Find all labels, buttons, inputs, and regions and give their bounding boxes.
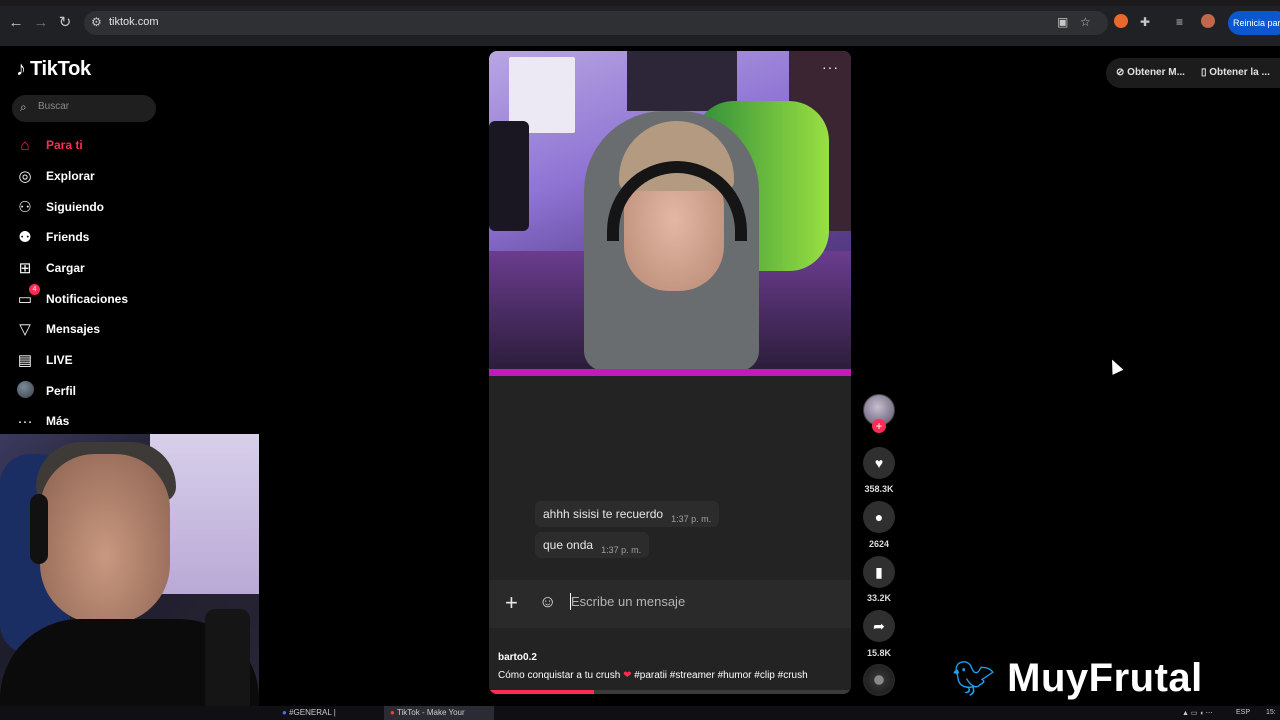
url-text: tiktok.com <box>109 16 159 28</box>
sidebar-item-label: Para ti <box>46 138 83 152</box>
home-icon: ⌂ <box>20 136 30 154</box>
sidebar-item-label: Friends <box>46 230 90 244</box>
sidebar-item-label: Perfil <box>46 384 77 398</box>
profile-avatar[interactable] <box>1201 14 1215 28</box>
save-button[interactable]: ▮ <box>863 556 895 588</box>
sidebar-item-label: Más <box>46 414 70 428</box>
message-composer: + ☺ <box>489 580 851 628</box>
chrome-icon: ● <box>390 708 395 717</box>
install-app-icon[interactable]: ▣ <box>1057 15 1068 29</box>
sidebar-item-label: Mensajes <box>46 322 101 336</box>
sidebar-item-mas[interactable]: ··· Más <box>16 409 70 433</box>
mouse-cursor-icon <box>1106 357 1124 375</box>
taskbar-discord[interactable]: ● #GENERAL | <box>278 706 378 720</box>
comment-button[interactable]: ● <box>863 501 895 533</box>
upload-icon: ⊞ <box>18 260 32 277</box>
chat-message: ahhh sisisi te recuerdo 1:37 p. m. <box>535 501 720 527</box>
video-progress-bar[interactable] <box>489 690 851 694</box>
sidebar-item-siguiendo[interactable]: ⚇ Siguiendo <box>16 195 104 219</box>
music-disc-icon[interactable] <box>863 664 895 696</box>
bookmark-icon: ▮ <box>875 564 883 580</box>
microphone <box>205 609 250 719</box>
clock[interactable]: 15: <box>1266 709 1276 716</box>
site-info-icon[interactable]: ⚙ <box>91 15 102 29</box>
sidebar-item-friends[interactable]: ⚉ Friends <box>16 225 89 249</box>
twitter-bird-icon: 🐦︎ <box>952 659 996 698</box>
share-count: 15.8K <box>866 648 892 658</box>
user-follow-icon: ⚇ <box>18 199 32 216</box>
progress-fill <box>489 690 594 694</box>
notification-badge: 4 <box>29 284 40 295</box>
sidebar-item-label: LIVE <box>46 353 73 367</box>
sidebar-item-mensajes[interactable]: ▽ Mensajes <box>16 317 100 341</box>
reload-icon[interactable]: ↻ <box>54 12 76 34</box>
sidebar-item-live[interactable]: ▤ LIVE <box>16 348 73 372</box>
sidebar-item-cargar[interactable]: ⊞ Cargar <box>16 256 85 280</box>
like-count: 358.3K <box>864 484 894 494</box>
watermark-text: MuyFrutal <box>1007 656 1203 700</box>
tiktok-logo[interactable]: ♪ TikTok <box>16 58 91 81</box>
send-icon: ▽ <box>19 321 31 338</box>
back-icon[interactable]: ← <box>5 12 27 34</box>
tiktok-note-icon: ♪ <box>16 58 26 80</box>
sidebar-item-notificaciones[interactable]: ▭ 4 Notificaciones <box>16 284 129 311</box>
discord-icon: ● <box>282 708 287 717</box>
taskbar: ● #GENERAL | ● TikTok - Make Your ▲ ▭ ◖ … <box>0 706 1280 720</box>
share-button[interactable]: ➦ <box>863 610 895 642</box>
tray-icons[interactable]: ▲ ▭ ◖ ⋯ <box>1182 709 1213 717</box>
sticker-icon: ☺ <box>539 592 557 611</box>
compass-icon: ◎ <box>18 168 32 185</box>
sidebar-item-perfil[interactable]: Perfil <box>16 379 76 403</box>
sidebar-item-explorar[interactable]: ◎ Explorar <box>16 164 95 188</box>
tab-strip <box>0 0 1280 6</box>
get-app-bar: ⊘ Obtener M... ▯ Obtener la ... <box>1106 58 1280 88</box>
hashtags[interactable]: #paratii #streamer #humor #clip #crush <box>634 670 807 681</box>
restart-button[interactable]: Reinicia para <box>1228 11 1280 35</box>
video-caption: Cómo conquistar a tu crush ❤ #paratii #s… <box>498 670 808 681</box>
taskbar-chrome[interactable]: ● TikTok - Make Your <box>384 706 494 720</box>
webcam-overlay <box>0 434 259 720</box>
comment-icon: ● <box>874 509 884 525</box>
language-indicator[interactable]: ESP <box>1236 709 1250 716</box>
save-count: 33.2K <box>866 593 892 603</box>
video-frame <box>489 51 851 371</box>
bookmark-star-icon[interactable]: ☆ <box>1080 15 1091 29</box>
extensions-puzzle-icon[interactable]: ✚ <box>1140 15 1150 29</box>
plus-icon: + <box>505 590 518 615</box>
live-icon: ▤ <box>17 352 33 369</box>
video-player[interactable]: ··· ahhh sisisi te recuerdo 1:37 p. m. q… <box>489 51 851 694</box>
sidebar-item-label: Siguiendo <box>46 200 104 214</box>
get-desktop-app-button[interactable]: ⊘ Obtener M... <box>1116 67 1185 78</box>
heart-emoji-icon: ❤ <box>623 670 632 681</box>
sidebar-item-label: Cargar <box>46 261 85 275</box>
inbox-icon: ▭ 4 <box>16 284 40 308</box>
search-input[interactable] <box>38 101 148 112</box>
chat-screen: ahhh sisisi te recuerdo 1:37 p. m. que o… <box>489 376 851 694</box>
comment-count: 2624 <box>868 539 890 549</box>
streamer-watermark: 🐦︎ MuyFrutal <box>952 656 1203 701</box>
address-bar[interactable]: ⚙ tiktok.com <box>84 11 1108 35</box>
brand-name: TikTok <box>30 58 91 80</box>
like-button[interactable]: ♥ <box>863 447 895 479</box>
video-author[interactable]: barto0.2 <box>498 652 537 663</box>
more-options-icon[interactable]: ··· <box>822 59 839 75</box>
chat-message: que onda 1:37 p. m. <box>535 532 650 558</box>
heart-icon: ♥ <box>874 455 884 471</box>
follow-plus-icon[interactable]: + <box>872 419 886 433</box>
media-control-icon[interactable]: ≡ <box>1176 15 1183 29</box>
forward-icon[interactable]: → <box>30 12 52 34</box>
friends-icon: ⚉ <box>18 229 32 246</box>
search-icon: ⌕ <box>20 100 27 114</box>
more-icon: ··· <box>17 412 33 430</box>
browser-toolbar: ← → ↻ ⚙ tiktok.com ▣ ☆ ✚ ≡ Reinicia para <box>0 0 1280 46</box>
sidebar-item-label: Notificaciones <box>46 292 129 306</box>
share-arrow-icon: ➦ <box>873 618 885 634</box>
sidebar-item-para-ti[interactable]: ⌂ Para ti <box>16 133 83 157</box>
extension-icon[interactable] <box>1114 14 1128 28</box>
message-input <box>571 594 831 609</box>
avatar <box>16 380 34 398</box>
search-box[interactable]: ⌕ <box>12 95 156 122</box>
sidebar-item-label: Explorar <box>46 169 95 183</box>
get-mobile-app-button[interactable]: ▯ Obtener la ... <box>1201 67 1270 78</box>
